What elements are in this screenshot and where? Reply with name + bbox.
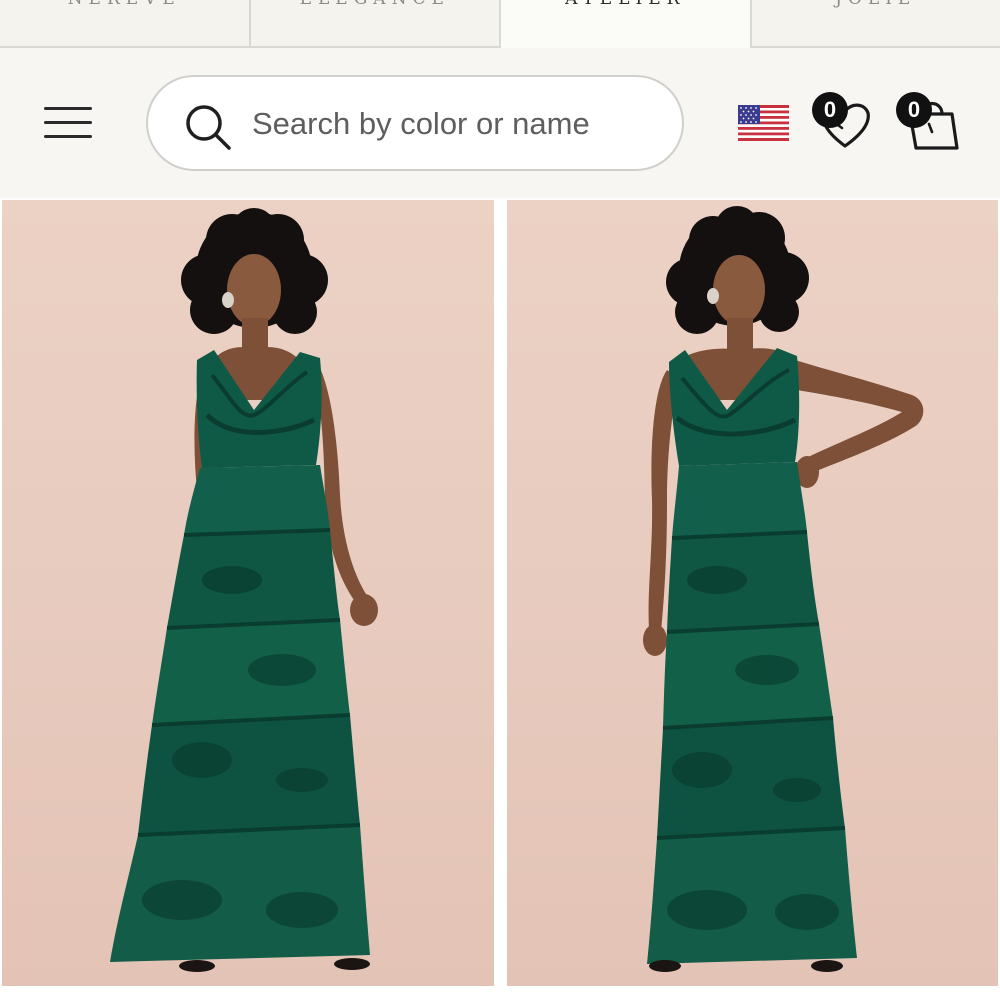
brand-tab-nereve[interactable]: NEREVE — [0, 0, 251, 48]
us-flag-icon — [738, 105, 789, 141]
search-icon — [186, 105, 231, 150]
model-in-green-dress-illustration — [110, 208, 378, 972]
hamburger-menu-icon — [44, 107, 92, 110]
wishlist-button[interactable]: 0 — [812, 92, 874, 150]
brand-tabs: NEREVE ELEGANCE ATELIER JOLIE — [0, 0, 1000, 48]
brand-tab-label: ATELIER — [501, 0, 750, 9]
site-header: 0 0 — [0, 48, 1000, 198]
brand-tab-jolie[interactable]: JOLIE — [751, 0, 1000, 48]
product-image-front[interactable] — [2, 200, 494, 986]
brand-tab-label: NEREVE — [0, 0, 249, 9]
search-input[interactable] — [252, 97, 652, 151]
brand-tab-label: ELEGANCE — [251, 0, 500, 9]
hamburger-menu-button[interactable] — [40, 103, 96, 143]
search-bar[interactable] — [146, 75, 684, 171]
model-in-green-dress-illustration — [643, 206, 924, 972]
cart-button[interactable]: 0 — [896, 92, 962, 152]
cart-count-badge: 0 — [896, 92, 932, 128]
brand-tab-atelier[interactable]: ATELIER — [501, 0, 752, 48]
wishlist-count-badge: 0 — [812, 92, 848, 128]
country-selector[interactable] — [738, 105, 789, 141]
product-image-pose[interactable] — [507, 200, 998, 986]
product-grid — [0, 198, 1000, 1000]
brand-tab-elegance[interactable]: ELEGANCE — [250, 0, 501, 48]
brand-tab-label: JOLIE — [752, 0, 1000, 9]
